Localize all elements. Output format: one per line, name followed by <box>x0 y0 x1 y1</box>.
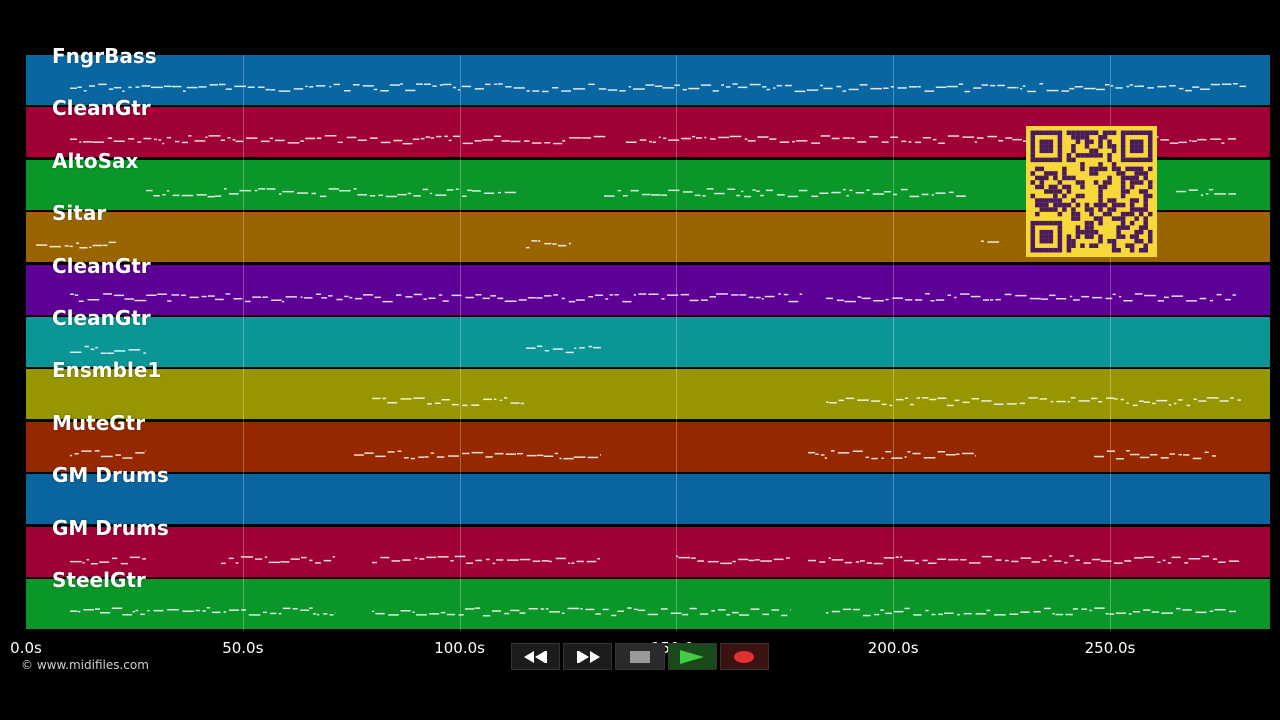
track-lane[interactable]: CleanGtr <box>26 306 1270 367</box>
fast-forward-icon <box>576 650 600 663</box>
track-name: CleanGtr <box>52 96 151 121</box>
play-button[interactable] <box>667 643 717 670</box>
rewind-button[interactable] <box>511 643 561 670</box>
gridline <box>459 55 461 631</box>
transport-controls <box>511 643 770 670</box>
track-lane[interactable]: Ensmble1 <box>26 358 1270 420</box>
track-name: FngrBass <box>52 44 157 68</box>
track-name: CleanGtr <box>52 306 151 330</box>
time-tick-label: 0.0s <box>10 639 42 657</box>
fast-forward-button[interactable] <box>563 643 613 670</box>
track-name: GM Drums <box>52 463 169 488</box>
track-name: Sitar <box>52 201 107 226</box>
track-lane[interactable]: GM Drums <box>26 463 1270 525</box>
note-roll <box>70 607 1236 617</box>
gridline <box>893 55 895 631</box>
track-lane[interactable]: MuteGtr <box>26 411 1270 472</box>
track-name: CleanGtr <box>52 253 151 278</box>
gridline <box>676 55 678 631</box>
time-tick-label: 250.0s <box>1084 639 1136 657</box>
note-roll <box>70 292 1236 302</box>
stop-icon <box>630 650 650 663</box>
play-icon <box>680 649 705 664</box>
track-name: SteelGtr <box>52 568 146 592</box>
track-lane[interactable]: SteelGtr <box>26 568 1270 629</box>
note-roll <box>70 345 601 354</box>
gridline <box>242 55 244 631</box>
time-tick-label: 200.0s <box>867 639 919 657</box>
stop-button[interactable] <box>615 643 665 670</box>
note-roll <box>70 83 1246 93</box>
note-roll <box>372 397 1241 407</box>
rewind-icon <box>523 650 547 663</box>
track-lane[interactable]: CleanGtr <box>26 254 1270 315</box>
note-roll <box>70 449 1216 460</box>
qr-code-icon <box>1026 126 1157 257</box>
time-tick-label: 100.0s <box>434 639 485 657</box>
note-roll <box>70 554 1239 565</box>
track-lane[interactable]: GM Drums <box>26 516 1270 577</box>
note-roll <box>26 474 1270 524</box>
record-icon <box>734 650 755 663</box>
copyright-text: © www.midifiles.com <box>21 658 149 672</box>
time-tick-label: 50.0s <box>222 639 264 657</box>
record-button[interactable] <box>719 643 770 670</box>
track-name: MuteGtr <box>52 410 146 435</box>
track-name: GM Drums <box>52 515 169 540</box>
track-name: AltoSax <box>52 148 139 173</box>
track-lane[interactable]: FngrBass <box>26 44 1270 105</box>
track-name: Ensmble1 <box>52 358 162 383</box>
